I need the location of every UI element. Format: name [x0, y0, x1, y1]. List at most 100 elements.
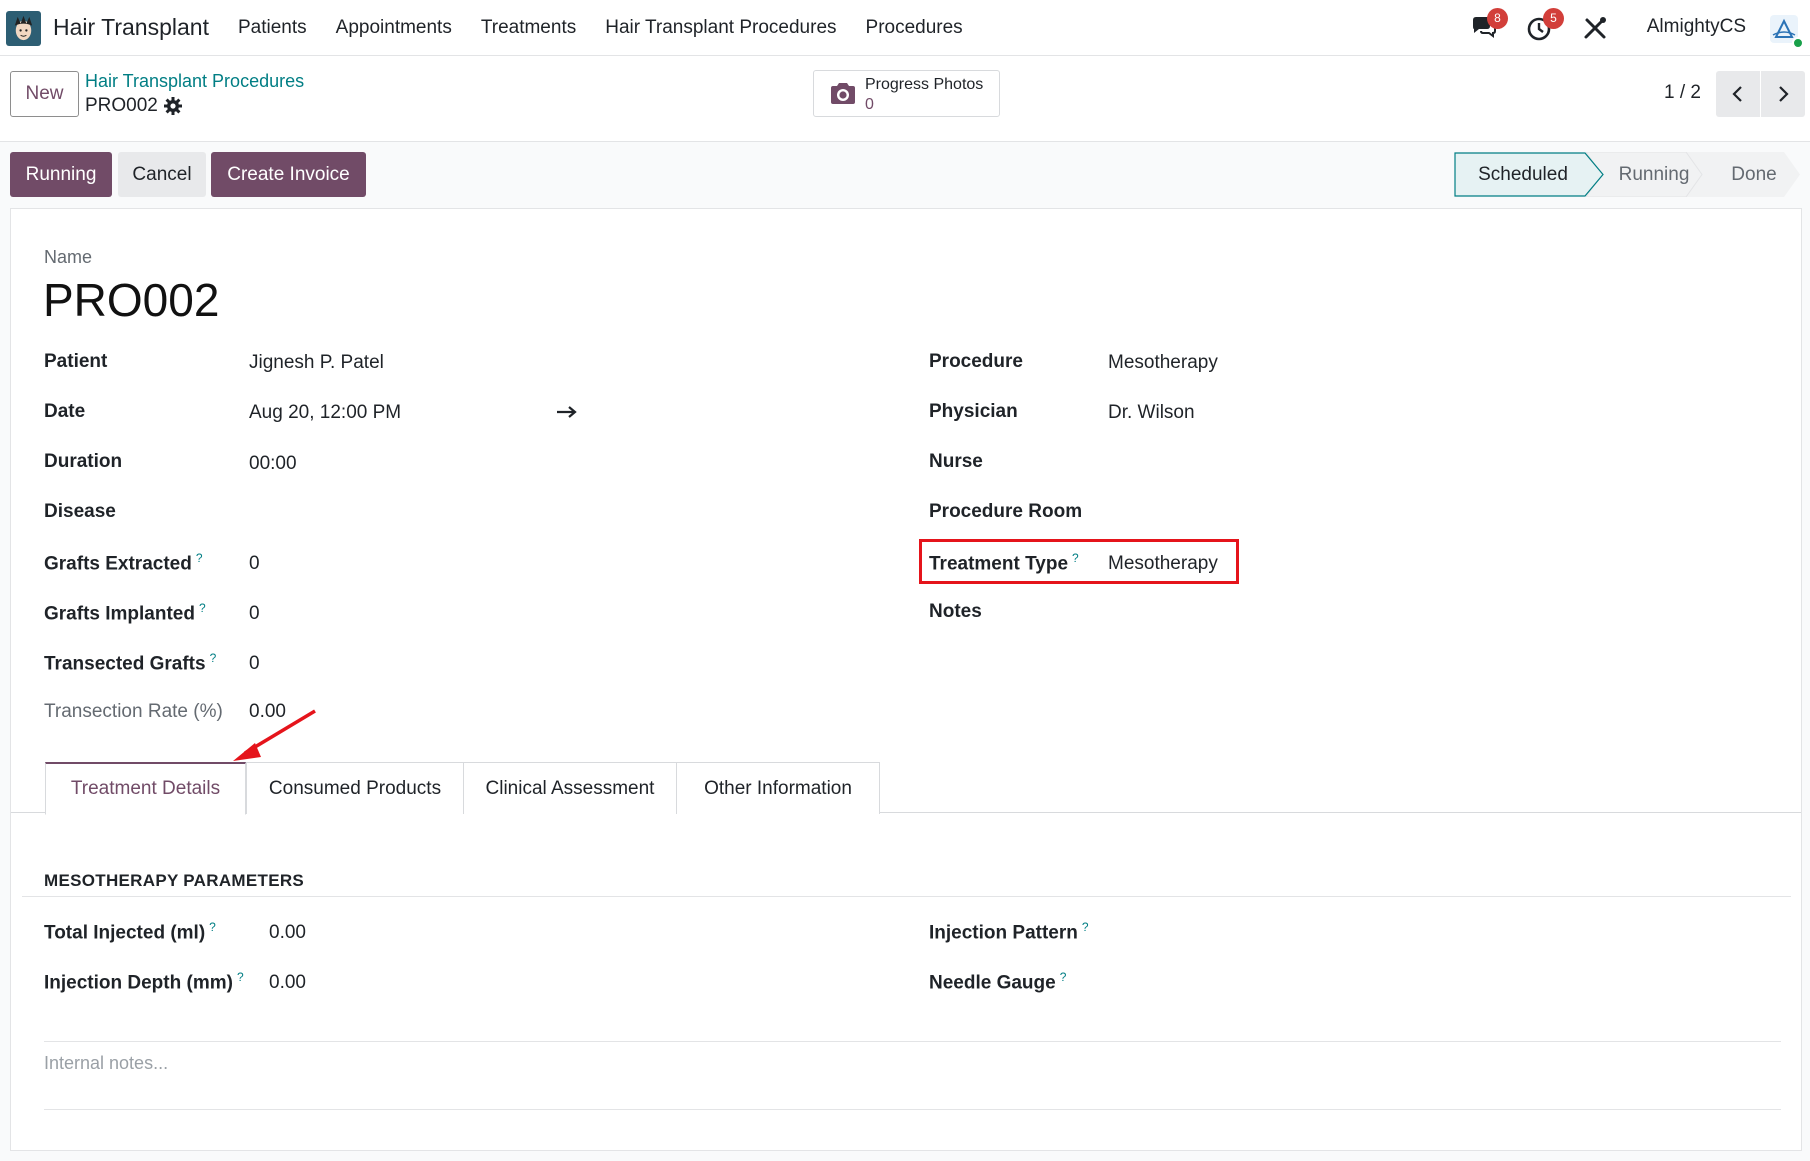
tools-icon[interactable]: [1581, 14, 1609, 42]
pager-previous-button[interactable]: [1716, 71, 1760, 117]
cancel-button[interactable]: Cancel: [118, 152, 206, 197]
injection-pattern-label-text: Injection Pattern: [929, 922, 1078, 944]
pager-next-button[interactable]: [1761, 71, 1805, 117]
grafts-extracted-label-text: Grafts Extracted: [44, 553, 192, 575]
total-injected-field[interactable]: 0.00: [269, 922, 306, 944]
section-divider: [22, 896, 1791, 897]
stage-done[interactable]: Done: [1710, 152, 1798, 197]
arrow-right-icon: [557, 406, 577, 418]
status-stages: Scheduled Running Done: [1454, 152, 1800, 197]
grafts-extracted-field[interactable]: 0: [249, 553, 260, 575]
activities-badge: 5: [1543, 8, 1564, 29]
stage-scheduled[interactable]: Scheduled: [1454, 152, 1592, 197]
grafts-implanted-label-text: Grafts Implanted: [44, 603, 195, 625]
procedure-room-field[interactable]: [1108, 501, 1428, 525]
activities-icon[interactable]: 5: [1526, 8, 1564, 42]
transected-grafts-field[interactable]: 0: [249, 653, 260, 675]
progress-photos-count: 0: [865, 96, 874, 113]
tab-other-information[interactable]: Other Information: [676, 762, 880, 814]
create-invoice-button[interactable]: Create Invoice: [211, 152, 366, 197]
help-icon[interactable]: ?: [209, 920, 216, 934]
stage-running[interactable]: Running: [1604, 152, 1704, 197]
help-icon[interactable]: ?: [196, 551, 203, 565]
user-avatar[interactable]: [1770, 15, 1804, 49]
injection-depth-field[interactable]: 0.00: [269, 972, 306, 994]
injection-pattern-label: Injection Pattern?: [929, 920, 1089, 944]
duration-field[interactable]: 00:00: [249, 453, 297, 475]
menu-item-patients[interactable]: Patients: [238, 17, 307, 39]
progress-photos-label: Progress Photos: [865, 76, 984, 93]
gear-icon[interactable]: [163, 96, 183, 116]
menu-item-hair-transplant-procedures[interactable]: Hair Transplant Procedures: [605, 17, 836, 39]
menu-item-procedures[interactable]: Procedures: [866, 17, 963, 39]
grafts-implanted-field[interactable]: 0: [249, 603, 260, 625]
physician-field[interactable]: Dr. Wilson: [1108, 402, 1195, 424]
injection-depth-label: Injection Depth (mm)?: [44, 970, 244, 994]
online-status-dot: [1792, 37, 1804, 49]
messages-badge: 8: [1487, 8, 1508, 29]
main-menu: Patients Appointments Treatments Hair Tr…: [238, 0, 992, 56]
tab-clinical-assessment[interactable]: Clinical Assessment: [463, 762, 677, 814]
help-icon[interactable]: ?: [210, 651, 217, 665]
help-icon[interactable]: ?: [1060, 970, 1067, 984]
progress-photos-button[interactable]: Progress Photos 0: [813, 70, 1000, 117]
company-switcher[interactable]: AlmightyCS: [1647, 16, 1746, 38]
app-logo-icon[interactable]: [6, 11, 41, 46]
help-icon[interactable]: ?: [1082, 920, 1089, 934]
total-injected-label: Total Injected (ml)?: [44, 920, 216, 944]
camera-icon: [831, 83, 855, 104]
systray: 8 5 AlmightyCS: [1470, 0, 1810, 56]
disease-field[interactable]: [249, 501, 569, 525]
form-sheet: Name PRO002 Patient Jignesh P. Patel Dat…: [10, 208, 1802, 1151]
physician-label: Physician: [929, 401, 1018, 422]
status-bar: Running Cancel Create Invoice Scheduled …: [0, 142, 1810, 208]
grafts-implanted-label: Grafts Implanted?: [44, 601, 206, 625]
needle-gauge-label-text: Needle Gauge: [929, 972, 1056, 994]
tab-consumed-products[interactable]: Consumed Products: [246, 762, 464, 814]
new-button[interactable]: New: [10, 71, 79, 117]
procedure-field[interactable]: Mesotherapy: [1108, 352, 1218, 374]
notes-divider-top: [44, 1041, 1781, 1042]
internal-notes-field[interactable]: Internal notes...: [44, 1045, 1781, 1109]
breadcrumb-current: PRO002: [85, 95, 158, 116]
pager-value[interactable]: 1 / 2: [1664, 82, 1701, 104]
needle-gauge-field[interactable]: [1131, 970, 1451, 994]
chevron-left-icon: [1732, 86, 1742, 102]
messages-icon[interactable]: 8: [1470, 8, 1508, 42]
transected-grafts-label-text: Transected Grafts: [44, 653, 206, 675]
duration-label: Duration: [44, 451, 123, 472]
patient-label: Patient: [44, 351, 108, 372]
date-field[interactable]: Aug 20, 12:00 PM: [249, 402, 401, 424]
breadcrumb-parent-link[interactable]: Hair Transplant Procedures: [85, 71, 304, 92]
help-icon[interactable]: ?: [199, 601, 206, 615]
notes-label: Notes: [929, 601, 982, 622]
notes-divider-bottom: [44, 1109, 1781, 1110]
nurse-field[interactable]: [1108, 451, 1428, 475]
record-name[interactable]: PRO002: [43, 273, 219, 327]
transection-rate-label: Transection Rate (%): [44, 701, 223, 722]
disease-label: Disease: [44, 501, 116, 522]
tab-treatment-details[interactable]: Treatment Details: [45, 762, 246, 815]
chevron-right-icon: [1779, 86, 1789, 102]
procedure-room-label: Procedure Room: [929, 501, 1083, 522]
help-icon[interactable]: ?: [237, 970, 244, 984]
notebook-tabs: Treatment Details Consumed Products Clin…: [11, 762, 1801, 815]
name-label: Name: [44, 247, 93, 267]
app-name[interactable]: Hair Transplant: [53, 14, 209, 41]
patient-field[interactable]: Jignesh P. Patel: [249, 352, 384, 374]
nurse-label: Nurse: [929, 451, 983, 472]
transected-grafts-label: Transected Grafts?: [44, 651, 216, 675]
control-panel: New Hair Transplant Procedures PRO002 Pr…: [0, 56, 1810, 142]
injection-depth-label-text: Injection Depth (mm): [44, 972, 233, 994]
running-button[interactable]: Running: [10, 152, 112, 197]
injection-pattern-field[interactable]: [1131, 920, 1451, 944]
annotation-highlight-box: [919, 539, 1239, 584]
needle-gauge-label: Needle Gauge?: [929, 970, 1066, 994]
grafts-extracted-label: Grafts Extracted?: [44, 551, 203, 575]
notes-field[interactable]: [1108, 601, 1428, 625]
total-injected-label-text: Total Injected (ml): [44, 922, 206, 944]
procedure-label: Procedure: [929, 351, 1023, 372]
annotation-arrow: [233, 709, 316, 761]
menu-item-appointments[interactable]: Appointments: [336, 17, 452, 39]
menu-item-treatments[interactable]: Treatments: [481, 17, 576, 39]
